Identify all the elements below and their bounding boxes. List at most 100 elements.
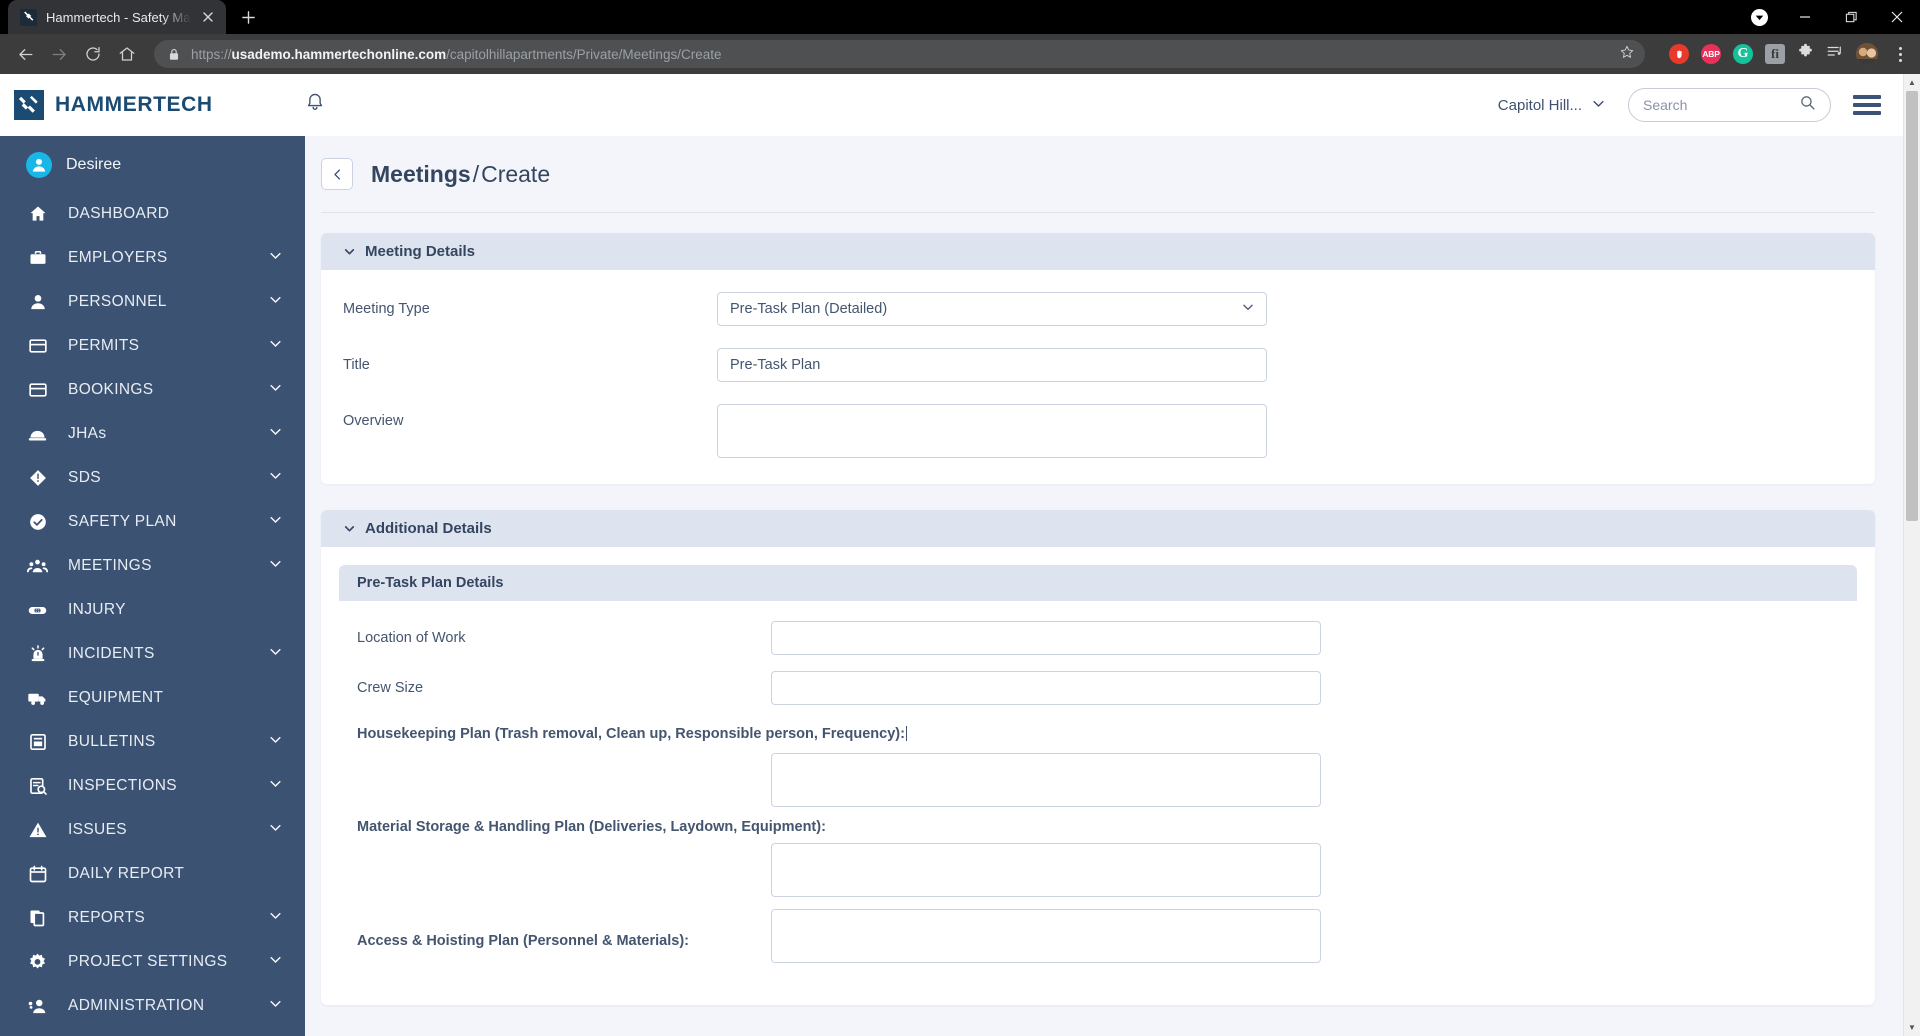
menu-toggle-icon[interactable] <box>1853 95 1881 115</box>
briefcase-icon <box>26 247 49 270</box>
page-viewport: HAMMERTECH Capitol Hill... Search Desire… <box>0 74 1920 1036</box>
sidebar-item-meetings[interactable]: MEETINGS <box>0 544 305 588</box>
search-icon[interactable] <box>1799 94 1816 116</box>
housekeeping-plan-spacer <box>357 753 771 807</box>
sidebar-item-dashboard[interactable]: DASHBOARD <box>0 192 305 236</box>
maximize-icon[interactable] <box>1828 0 1874 34</box>
access-hoisting-control <box>771 909 1321 963</box>
puzzle-icon[interactable] <box>1797 43 1814 65</box>
overview-textarea[interactable] <box>717 404 1267 458</box>
person-icon <box>26 291 49 314</box>
notifications-bell-icon[interactable] <box>304 91 326 119</box>
home-button[interactable] <box>112 39 142 69</box>
sidebar-item-sds[interactable]: SDS <box>0 456 305 500</box>
crew-size-input[interactable] <box>771 671 1321 705</box>
access-hoisting-textarea[interactable] <box>771 909 1321 963</box>
chevron-down-icon <box>268 248 283 268</box>
chevron-down-icon <box>268 512 283 532</box>
sidebar-item-permits[interactable]: PERMITS <box>0 324 305 368</box>
meeting-details-card: Meeting Details Meeting Type Pre-Task Pl… <box>321 233 1875 484</box>
project-selector[interactable]: Capitol Hill... <box>1498 96 1606 115</box>
sidebar-item-personnel[interactable]: PERSONNEL <box>0 280 305 324</box>
close-window-icon[interactable] <box>1874 0 1920 34</box>
sidebar-item-issues[interactable]: ISSUES <box>0 808 305 852</box>
header-right: Capitol Hill... <box>1498 88 1881 122</box>
sidebar-label: ISSUES <box>68 821 127 838</box>
chevron-down-icon <box>268 380 283 400</box>
sidebar-item-safety-plan[interactable]: SAFETY PLAN <box>0 500 305 544</box>
main-inner: Meetings/Create Meeting Details Meeting … <box>305 136 1903 1005</box>
sidebar-item-incidents[interactable]: INCIDENTS <box>0 632 305 676</box>
address-bar[interactable]: https://usademo.hammertechonline.com/cap… <box>154 40 1645 68</box>
tab-strip: Hammertech - Safety Manageme <box>0 0 1920 34</box>
sidebar-item-jhas[interactable]: JHAs <box>0 412 305 456</box>
meeting-details-body: Meeting Type Pre-Task Plan (Detailed) Ti… <box>321 270 1875 484</box>
minimize-icon[interactable] <box>1782 0 1828 34</box>
brand-logo[interactable]: HAMMERTECH <box>14 90 260 120</box>
page-header: Meetings/Create <box>321 158 1875 213</box>
sidebar-item-reports[interactable]: REPORTS <box>0 896 305 940</box>
overview-row: Overview <box>343 404 1853 458</box>
lock-icon <box>168 48 181 61</box>
material-storage-textarea[interactable] <box>771 843 1321 897</box>
url-path: /capitolhillapartments/Private/Meetings/… <box>446 46 722 62</box>
title-control <box>717 348 1267 382</box>
housekeeping-plan-textarea[interactable] <box>771 753 1321 807</box>
sidebar-item-bulletins[interactable]: BULLETINS <box>0 720 305 764</box>
subsection-title: Pre-Task Plan Details <box>357 575 504 591</box>
browser-menu-icon[interactable] <box>1890 46 1910 62</box>
new-tab-button[interactable] <box>234 3 262 31</box>
sidebar-item-equipment[interactable]: EQUIPMENT <box>0 676 305 720</box>
sidebar-label: BULLETINS <box>68 733 156 750</box>
crew-size-label: Crew Size <box>357 680 424 696</box>
title-input[interactable] <box>717 348 1267 382</box>
location-of-work-input[interactable] <box>771 621 1321 655</box>
sidebar-user[interactable]: Desiree <box>0 142 305 192</box>
forward-button[interactable] <box>44 39 74 69</box>
script-extension-icon[interactable]: fi <box>1765 44 1785 64</box>
sidebar-label: JHAs <box>68 425 107 442</box>
close-tab-icon[interactable] <box>200 9 216 25</box>
chevron-down-icon <box>268 776 283 796</box>
sidebar-item-daily-report[interactable]: DAILY REPORT <box>0 852 305 896</box>
hand-icon[interactable] <box>1669 44 1689 64</box>
grammarly-icon[interactable]: G <box>1733 44 1753 64</box>
meeting-type-select[interactable]: Pre-Task Plan (Detailed) <box>717 292 1267 326</box>
reload-button[interactable] <box>78 39 108 69</box>
page-scrollbar[interactable]: ▲ ▼ <box>1903 74 1920 1036</box>
bulletin-board-icon <box>26 731 49 754</box>
download-status-icon[interactable] <box>1736 0 1782 34</box>
search-input[interactable] <box>1643 97 1791 113</box>
housekeeping-plan-row: Housekeeping Plan (Trash removal, Clean … <box>357 725 1839 807</box>
browser-toolbar: https://usademo.hammertechonline.com/cap… <box>0 34 1920 74</box>
siren-icon <box>26 643 49 666</box>
search-box[interactable] <box>1628 88 1831 122</box>
additional-details-section-header[interactable]: Additional Details <box>321 510 1875 547</box>
section-title: Additional Details <box>365 520 492 537</box>
playlist-icon[interactable] <box>1826 43 1844 66</box>
sidebar-item-administration[interactable]: ADMINISTRATION <box>0 984 305 1028</box>
back-button[interactable] <box>10 39 40 69</box>
sidebar-label: SDS <box>68 469 101 486</box>
bookmark-star-icon[interactable] <box>1609 44 1635 65</box>
sidebar-item-injury[interactable]: INJURY <box>0 588 305 632</box>
brand-name: HAMMERTECH <box>55 93 213 116</box>
sidebar-item-project-settings[interactable]: PROJECT SETTINGS <box>0 940 305 984</box>
sidebar-item-inspections[interactable]: INSPECTIONS <box>0 764 305 808</box>
chevron-down-icon <box>268 908 283 928</box>
scroll-down-arrow-icon[interactable]: ▼ <box>1904 1019 1920 1036</box>
material-storage-row: Material Storage & Handling Plan (Delive… <box>357 819 1839 897</box>
abp-icon[interactable]: ABP <box>1701 44 1721 64</box>
browser-tab[interactable]: Hammertech - Safety Manageme <box>8 0 226 34</box>
clipboard-search-icon <box>26 775 49 798</box>
access-hoisting-label: Access & Hoisting Plan (Personnel & Mate… <box>357 933 689 949</box>
sidebar-item-bookings[interactable]: BOOKINGS <box>0 368 305 412</box>
scrollbar-thumb[interactable] <box>1906 91 1918 521</box>
profile-avatar[interactable] <box>1856 43 1878 65</box>
sidebar-label: SAFETY PLAN <box>68 513 177 530</box>
back-navigation-button[interactable] <box>321 158 353 190</box>
chevron-down-icon <box>268 996 283 1016</box>
meeting-details-section-header[interactable]: Meeting Details <box>321 233 1875 270</box>
scroll-up-arrow-icon[interactable]: ▲ <box>1904 74 1920 91</box>
sidebar-item-employers[interactable]: EMPLOYERS <box>0 236 305 280</box>
